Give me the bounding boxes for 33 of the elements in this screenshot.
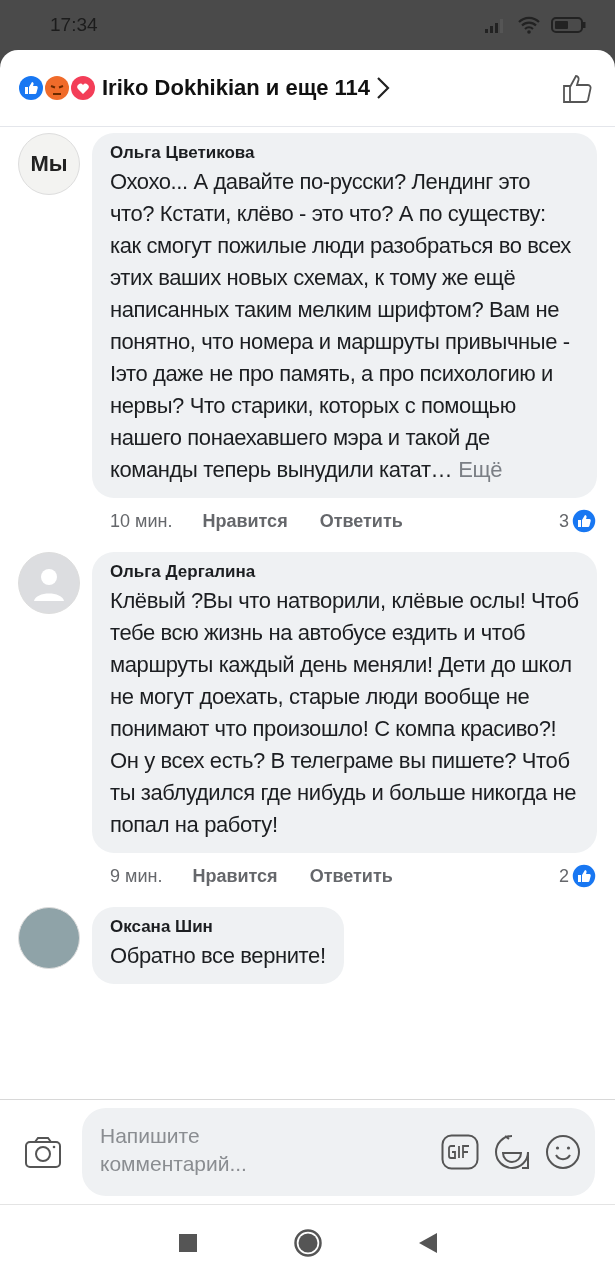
reaction-count: 3 <box>559 510 569 532</box>
comment-field[interactable]: Напишите комментарий... <box>82 1108 595 1196</box>
avatar[interactable]: Мы <box>18 133 80 195</box>
comment-text: Обратно все верните! <box>110 942 326 970</box>
back-button-icon[interactable] <box>417 1231 438 1254</box>
gif-icon[interactable] <box>441 1134 479 1170</box>
comment-author[interactable]: Ольга Дергалина <box>110 562 579 582</box>
comment-author[interactable]: Ольга Цветикова <box>110 143 579 163</box>
like-reaction-icon <box>571 863 597 889</box>
comment-input[interactable]: Напишите комментарий... <box>100 1122 290 1182</box>
reply-link[interactable]: Ответить <box>319 510 403 532</box>
reaction-count: 2 <box>559 865 569 887</box>
reply-link[interactable]: Ответить <box>309 865 393 887</box>
comment-text: Клёвый ?Вы что натворили, клёвые ослы! Чтоб тебе всю жизнь на автобусе ездить и чтоб маршруты каждый день меняли! Дети до школ не могут доехать, старые люди вообще не понимают что произошло! С компа красиво?! Он у всех есть? В телеграме вы пишете? Чтоб ты заблудился где нибудь и больше никогда не попал на работу! <box>110 587 579 839</box>
heart-reaction-icon <box>70 75 96 101</box>
wifi-icon <box>517 15 541 35</box>
like-link[interactable]: Нравится <box>192 865 278 887</box>
comment-author[interactable]: Оксана Шин <box>110 917 326 937</box>
angry-reaction-icon <box>44 75 70 101</box>
comment-time: 9 мин. <box>110 865 163 887</box>
comment-time: 10 мин. <box>110 510 173 532</box>
comment-text: Охохо... А давайте по-русски? Лендинг это что? Кстати, клёво - это что? А по существу: как смогут пожилые люди разобраться во всех этих ваших новых схемах, к тому же ещё написанных таким мелким шрифтом? Вам не понятно, что номера и маршруты привычные - Iэто даже не про память, а про психологию и нервы? Что старики, которых с помощью нашего понаехавшего мэра и такой де команды теперь вынудили катат… Ещё <box>110 168 572 484</box>
camera-icon[interactable] <box>24 1135 62 1169</box>
like-reaction-icon <box>571 508 597 534</box>
like-link[interactable]: Нравится <box>202 510 288 532</box>
sticker-icon[interactable] <box>493 1133 531 1171</box>
battery-icon <box>551 16 587 34</box>
home-button-icon[interactable] <box>292 1227 323 1258</box>
like-reaction-icon <box>18 75 44 101</box>
reactors-label[interactable]: Iriko Dokhikian и еще 114 <box>102 75 371 101</box>
emoji-icon[interactable] <box>545 1134 581 1170</box>
see-more-link[interactable]: Ещё <box>458 457 502 482</box>
recents-button-icon[interactable] <box>177 1232 198 1253</box>
